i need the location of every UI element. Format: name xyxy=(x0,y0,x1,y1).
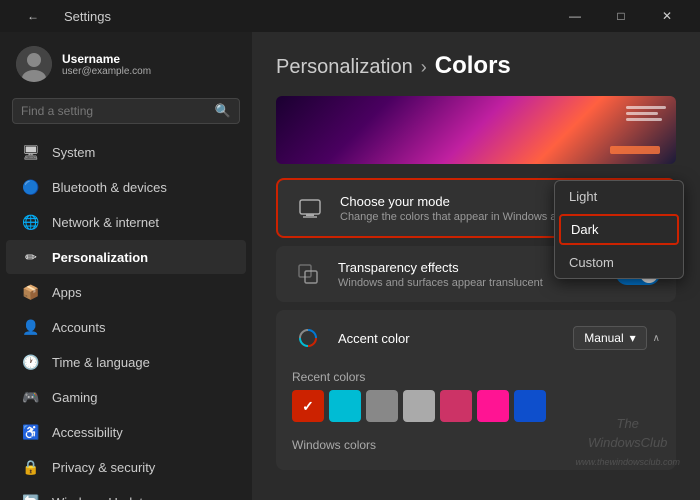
back-button[interactable]: ← xyxy=(10,0,56,32)
page-header: Personalization › Colors xyxy=(276,52,676,80)
sidebar-label-accounts: Accounts xyxy=(52,320,105,335)
accent-right: Manual ▾ ∧ xyxy=(573,326,660,350)
search-input[interactable] xyxy=(21,104,209,118)
recent-swatches-row xyxy=(292,390,660,422)
update-icon: 🔄 xyxy=(22,493,40,500)
user-email: user@example.com xyxy=(62,66,151,77)
recent-colors-label: Recent colors xyxy=(292,370,660,384)
sidebar-item-gaming[interactable]: 🎮 Gaming xyxy=(6,380,246,414)
sidebar-item-update[interactable]: 🔄 Windows Update xyxy=(6,485,246,500)
sidebar-item-network[interactable]: 🌐 Network & internet xyxy=(6,205,246,239)
mode-card-row: Choose your mode Change the colors that … xyxy=(278,180,674,236)
accent-card: Accent color Manual ▾ ∧ Recent colors xyxy=(276,310,676,470)
sidebar-label-accessibility: Accessibility xyxy=(52,425,123,440)
windows-colors-section: Windows colors xyxy=(276,434,676,470)
transparency-icon xyxy=(292,258,324,290)
system-icon: 🖥 xyxy=(22,143,40,161)
windows-colors-label: Windows colors xyxy=(292,438,660,452)
app-body: Username user@example.com 🔍 🖥 System 🔵 B… xyxy=(0,32,700,500)
breadcrumb-chevron: › xyxy=(421,57,427,78)
transparency-card-text: Transparency effects Windows and surface… xyxy=(338,260,566,289)
app-title: Settings xyxy=(64,9,111,24)
swatch-2[interactable] xyxy=(366,390,398,422)
sidebar-label-network: Network & internet xyxy=(52,215,159,230)
close-button[interactable]: ✕ xyxy=(644,0,690,32)
titlebar-left: ← Settings xyxy=(10,0,111,32)
sidebar-label-time: Time & language xyxy=(52,355,150,370)
accent-dropdown-label: Manual xyxy=(584,331,623,345)
avatar xyxy=(16,46,52,82)
wallpaper-lines xyxy=(626,106,666,121)
sidebar-item-privacy[interactable]: 🔒 Privacy & security xyxy=(6,450,246,484)
sidebar-label-bluetooth: Bluetooth & devices xyxy=(52,180,167,195)
time-icon: 🕐 xyxy=(22,353,40,371)
recent-colors-section: Recent colors xyxy=(276,366,676,434)
user-name: Username xyxy=(62,52,151,66)
accent-icon xyxy=(292,322,324,354)
sidebar-item-apps[interactable]: 📦 Apps xyxy=(6,275,246,309)
sidebar-label-personalization: Personalization xyxy=(52,250,148,265)
accent-title: Accent color xyxy=(338,331,410,346)
minimize-button[interactable]: — xyxy=(552,0,598,32)
sidebar-item-accounts[interactable]: 👤 Accounts xyxy=(6,310,246,344)
swatch-5[interactable] xyxy=(477,390,509,422)
accounts-icon: 👤 xyxy=(22,318,40,336)
maximize-button[interactable]: □ xyxy=(598,0,644,32)
sidebar-item-personalization[interactable]: ✏ Personalization xyxy=(6,240,246,274)
sidebar-label-update: Windows Update xyxy=(52,495,150,500)
chevron-down-icon: ▾ xyxy=(630,331,636,345)
sidebar-item-time[interactable]: 🕐 Time & language xyxy=(6,345,246,379)
sidebar-item-system[interactable]: 🖥 System xyxy=(6,135,246,169)
content-area: Personalization › Colors xyxy=(252,32,700,500)
breadcrumb-parent: Personalization xyxy=(276,56,413,79)
sidebar-item-bluetooth[interactable]: 🔵 Bluetooth & devices xyxy=(6,170,246,204)
sidebar-item-accessibility[interactable]: ♿ Accessibility xyxy=(6,415,246,449)
sidebar-label-system: System xyxy=(52,145,95,160)
wallpaper-preview xyxy=(276,96,676,164)
titlebar: ← Settings — □ ✕ xyxy=(0,0,700,32)
swatch-0[interactable] xyxy=(292,390,324,422)
mode-icon xyxy=(294,192,326,224)
sidebar: Username user@example.com 🔍 🖥 System 🔵 B… xyxy=(0,32,252,500)
transparency-card-desc: Windows and surfaces appear translucent xyxy=(338,277,566,289)
gaming-icon: 🎮 xyxy=(22,388,40,406)
accent-dropdown[interactable]: Manual ▾ xyxy=(573,326,646,350)
sidebar-nav: 🖥 System 🔵 Bluetooth & devices 🌐 Network… xyxy=(0,134,252,500)
chevron-up-icon[interactable]: ∧ xyxy=(653,333,660,344)
sidebar-label-gaming: Gaming xyxy=(52,390,98,405)
user-info: Username user@example.com xyxy=(62,52,151,77)
mode-option-dark[interactable]: Dark xyxy=(559,214,679,245)
page-title: Colors xyxy=(435,52,511,80)
swatch-6[interactable] xyxy=(514,390,546,422)
sidebar-label-apps: Apps xyxy=(52,285,82,300)
search-box[interactable]: 🔍 xyxy=(12,98,240,124)
bluetooth-icon: 🔵 xyxy=(22,178,40,196)
user-profile[interactable]: Username user@example.com xyxy=(0,32,252,92)
mode-option-light[interactable]: Light xyxy=(555,181,683,212)
privacy-icon: 🔒 xyxy=(22,458,40,476)
mode-card[interactable]: Choose your mode Change the colors that … xyxy=(276,178,676,238)
mode-option-custom[interactable]: Custom xyxy=(555,247,683,278)
search-icon: 🔍 xyxy=(215,103,231,119)
personalization-icon: ✏ xyxy=(22,248,40,266)
swatch-4[interactable] xyxy=(440,390,472,422)
transparency-card-title: Transparency effects xyxy=(338,260,566,275)
sidebar-label-privacy: Privacy & security xyxy=(52,460,155,475)
titlebar-controls: — □ ✕ xyxy=(552,0,690,32)
network-icon: 🌐 xyxy=(22,213,40,231)
swatch-1[interactable] xyxy=(329,390,361,422)
apps-icon: 📦 xyxy=(22,283,40,301)
accent-header: Accent color Manual ▾ ∧ xyxy=(276,310,676,366)
mode-dropdown[interactable]: Light Dark Custom xyxy=(554,180,684,279)
swatch-3[interactable] xyxy=(403,390,435,422)
accessibility-icon: ♿ xyxy=(22,423,40,441)
